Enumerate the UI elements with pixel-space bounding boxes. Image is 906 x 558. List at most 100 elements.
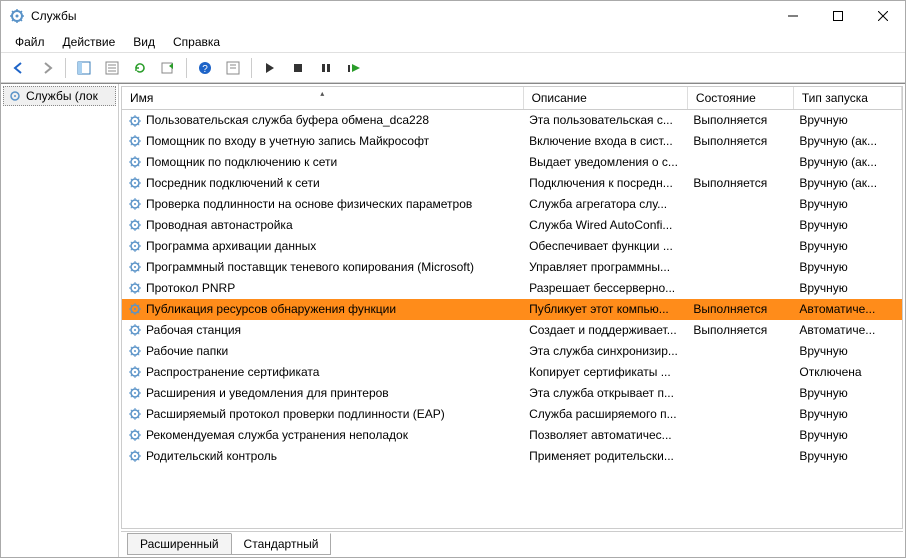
refresh-button[interactable] (128, 56, 152, 80)
gear-icon (128, 197, 142, 211)
export-list-button[interactable] (156, 56, 180, 80)
cell-name: Программный поставщик теневого копирован… (122, 257, 523, 278)
view-tabs: Расширенный Стандартный (121, 531, 903, 555)
window-title: Службы (31, 9, 76, 23)
cell-name: Родительский контроль (122, 446, 523, 467)
table-row[interactable]: Программный поставщик теневого копирован… (122, 257, 902, 278)
menu-action[interactable]: Действие (55, 33, 124, 51)
table-row[interactable]: Проводная автонастройкаСлужба Wired Auto… (122, 215, 902, 236)
maximize-button[interactable] (815, 1, 860, 31)
gear-icon (128, 344, 142, 358)
table-row[interactable]: Пользовательская служба буфера обмена_dc… (122, 110, 902, 131)
table-row[interactable]: Помощник по входу в учетную запись Майкр… (122, 131, 902, 152)
properties-button[interactable] (100, 56, 124, 80)
tab-standard[interactable]: Стандартный (231, 533, 332, 555)
separator (65, 58, 66, 78)
close-button[interactable] (860, 1, 905, 31)
gear-icon (128, 134, 142, 148)
cell-state (687, 194, 793, 215)
cell-startup: Вручную (ак... (793, 152, 901, 173)
gear-icon (128, 449, 142, 463)
stop-service-button[interactable] (286, 56, 310, 80)
cell-name: Программа архивации данных (122, 236, 523, 257)
cell-state (687, 425, 793, 446)
cell-name: Рабочая станция (122, 320, 523, 341)
table-row[interactable]: Рекомендуемая служба устранения неполадо… (122, 425, 902, 446)
table-row[interactable]: Протокол PNRPРазрешает бессерверно...Вру… (122, 278, 902, 299)
cell-name: Расширения и уведомления для принтеров (122, 383, 523, 404)
cell-startup: Вручную (793, 341, 901, 362)
restart-service-button[interactable] (342, 56, 366, 80)
start-service-button[interactable] (258, 56, 282, 80)
table-row[interactable]: Рабочая станцияСоздает и поддерживает...… (122, 320, 902, 341)
cell-name: Распространение сертификата (122, 362, 523, 383)
minimize-button[interactable] (770, 1, 815, 31)
column-header-state[interactable]: Состояние (687, 87, 793, 110)
cell-name: Публикация ресурсов обнаружения функции (122, 299, 523, 320)
menu-help[interactable]: Справка (165, 33, 228, 51)
gear-icon (128, 428, 142, 442)
table-row[interactable]: Расширяемый протокол проверки подлинност… (122, 404, 902, 425)
gear-icon (128, 239, 142, 253)
content-area: Службы (лок ▴Имя Описание Состояние Тип … (1, 83, 905, 557)
cell-name: Проверка подлинности на основе физически… (122, 194, 523, 215)
back-button[interactable] (7, 56, 31, 80)
cell-description: Выдает уведомления о с... (523, 152, 687, 173)
menu-view[interactable]: Вид (125, 33, 163, 51)
forward-button[interactable] (35, 56, 59, 80)
table-row[interactable]: Помощник по подключению к сетиВыдает уве… (122, 152, 902, 173)
cell-state (687, 404, 793, 425)
column-header-description[interactable]: Описание (523, 87, 687, 110)
gear-icon (128, 281, 142, 295)
cell-name: Посредник подключений к сети (122, 173, 523, 194)
table-row[interactable]: Проверка подлинности на основе физически… (122, 194, 902, 215)
help2-button[interactable] (221, 56, 245, 80)
column-header-name[interactable]: ▴Имя (122, 87, 523, 110)
svg-text:?: ? (202, 64, 208, 75)
cell-state (687, 257, 793, 278)
cell-startup: Вручную (ак... (793, 173, 901, 194)
cell-state (687, 446, 793, 467)
cell-state (687, 215, 793, 236)
table-row[interactable]: Посредник подключений к сетиПодключения … (122, 173, 902, 194)
console-tree[interactable]: Службы (лок (1, 84, 119, 557)
tree-node-services[interactable]: Службы (лок (3, 86, 116, 106)
gear-icon (128, 323, 142, 337)
column-header-startup[interactable]: Тип запуска (793, 87, 901, 110)
gear-icon (128, 386, 142, 400)
help-button[interactable]: ? (193, 56, 217, 80)
pause-service-button[interactable] (314, 56, 338, 80)
cell-startup: Вручную (793, 257, 901, 278)
table-row[interactable]: Программа архивации данныхОбеспечивает ф… (122, 236, 902, 257)
menu-file[interactable]: Файл (7, 33, 53, 51)
cell-description: Публикует этот компью... (523, 299, 687, 320)
cell-description: Управляет программны... (523, 257, 687, 278)
cell-startup: Вручную (793, 194, 901, 215)
cell-startup: Вручную (793, 278, 901, 299)
cell-description: Обеспечивает функции ... (523, 236, 687, 257)
services-list[interactable]: ▴Имя Описание Состояние Тип запуска Поль… (121, 86, 903, 529)
cell-description: Позволяет автоматичес... (523, 425, 687, 446)
separator (251, 58, 252, 78)
window-controls (770, 1, 905, 31)
table-row[interactable]: Расширения и уведомления для принтеровЭт… (122, 383, 902, 404)
cell-description: Служба агрегатора слу... (523, 194, 687, 215)
cell-startup: Вручную (ак... (793, 131, 901, 152)
services-table: ▴Имя Описание Состояние Тип запуска Поль… (122, 87, 902, 467)
cell-name: Проводная автонастройка (122, 215, 523, 236)
sort-asc-icon: ▴ (320, 89, 324, 98)
gear-icon (128, 407, 142, 421)
gear-icon (128, 302, 142, 316)
table-row[interactable]: Распространение сертификатаКопирует серт… (122, 362, 902, 383)
table-row[interactable]: Публикация ресурсов обнаружения функцииП… (122, 299, 902, 320)
cell-startup: Вручную (793, 446, 901, 467)
tab-extended[interactable]: Расширенный (127, 533, 232, 555)
table-row[interactable]: Рабочие папкиЭта служба синхронизир...Вр… (122, 341, 902, 362)
table-row[interactable]: Родительский контрольПрименяет родительс… (122, 446, 902, 467)
cell-state: Выполняется (687, 320, 793, 341)
cell-startup: Автоматиче... (793, 320, 901, 341)
show-hide-tree-button[interactable] (72, 56, 96, 80)
gear-icon (128, 260, 142, 274)
cell-description: Служба расширяемого п... (523, 404, 687, 425)
cell-name: Протокол PNRP (122, 278, 523, 299)
